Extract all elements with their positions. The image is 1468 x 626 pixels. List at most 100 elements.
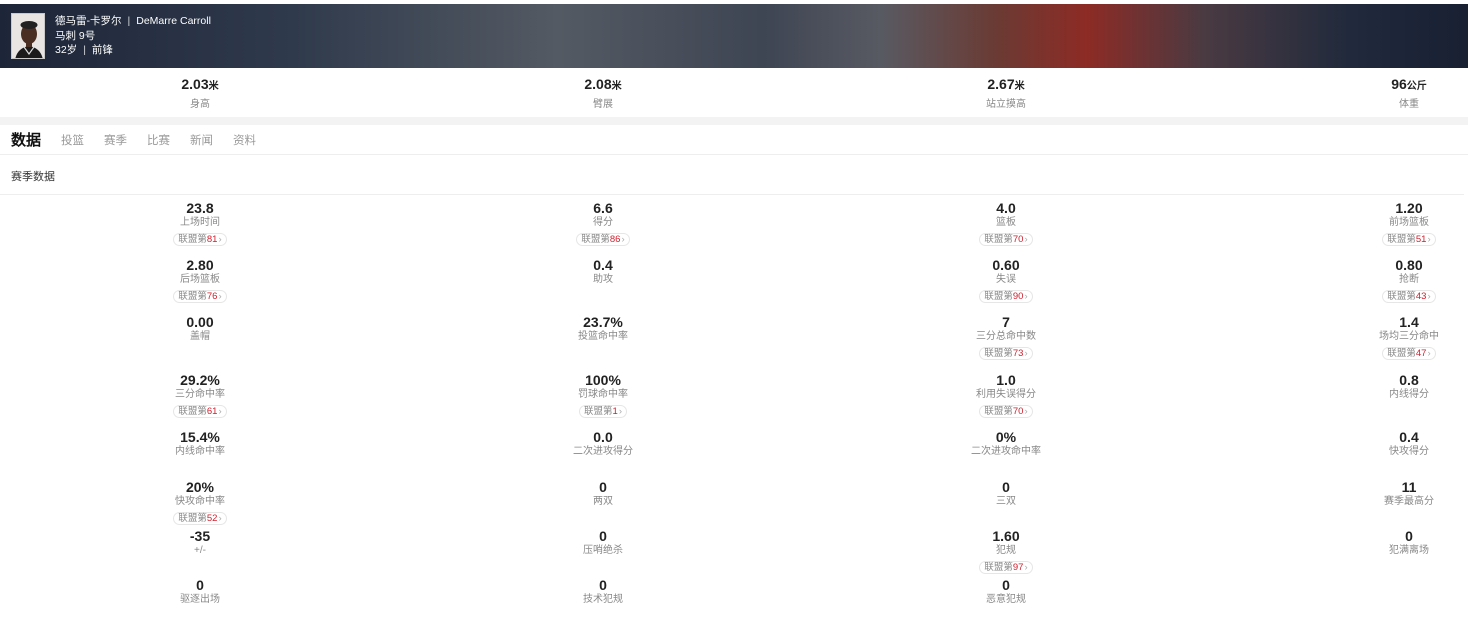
stat-label: 利用失误得分 <box>976 389 1036 400</box>
measure-height: 2.03米 身高 <box>181 76 219 110</box>
stat-label: 篮板 <box>996 217 1016 228</box>
league-rank-badge[interactable]: 联盟第70› <box>979 405 1033 418</box>
stat-item: 0.4 助攻 <box>523 257 683 286</box>
rank-prefix: 联盟第 <box>984 562 1013 573</box>
rank-number: 70 <box>1012 406 1024 417</box>
player-header-banner: 德马雷-卡罗尔 | DeMarre Carroll 马刺 9号 32岁 | 前锋 <box>0 4 1468 68</box>
rank-prefix: 联盟第 <box>178 291 207 302</box>
stat-value: 0.80 <box>1395 257 1423 273</box>
stat-value: 0.60 <box>992 257 1020 273</box>
league-rank-badge[interactable]: 联盟第86› <box>576 233 630 246</box>
stat-value: 0.4 <box>1399 429 1419 445</box>
league-rank-badge[interactable]: 联盟第52› <box>173 512 227 525</box>
rank-number: 90 <box>1012 291 1024 302</box>
tab-profile[interactable]: 资料 <box>233 132 256 148</box>
tab-games[interactable]: 比赛 <box>147 132 170 148</box>
stat-label: 犯规 <box>996 545 1016 556</box>
stat-item: 0 压哨绝杀 <box>523 528 683 557</box>
league-rank-badge[interactable]: 联盟第76› <box>173 290 227 303</box>
stat-label: 快攻得分 <box>1389 446 1429 457</box>
league-rank-badge[interactable]: 联盟第70› <box>979 233 1033 246</box>
stat-item: 2.80 后场篮板 联盟第76› <box>120 257 280 304</box>
league-rank-badge[interactable]: 联盟第61› <box>173 405 227 418</box>
rank-prefix: 联盟第 <box>984 406 1013 417</box>
rank-number: 61 <box>206 406 218 417</box>
rank-prefix: 联盟第 <box>178 406 207 417</box>
stat-value: 1.60 <box>992 528 1020 544</box>
chevron-right-icon: › <box>618 406 622 417</box>
rank-prefix: 联盟第 <box>178 234 207 245</box>
league-rank-badge[interactable]: 联盟第81› <box>173 233 227 246</box>
stat-label: 前场篮板 <box>1389 217 1429 228</box>
league-rank-badge[interactable]: 联盟第43› <box>1382 290 1436 303</box>
chevron-right-icon: › <box>1024 406 1028 417</box>
stat-item: 29.2% 三分命中率联盟第61› <box>120 372 280 419</box>
stat-value: 1.4 <box>1399 314 1419 330</box>
league-rank-badge[interactable]: 联盟第51› <box>1382 233 1436 246</box>
chevron-right-icon: › <box>218 291 222 302</box>
stat-label: 驱逐出场 <box>180 594 220 605</box>
rank-prefix: 联盟第 <box>1387 234 1416 245</box>
stat-value: 29.2% <box>180 372 220 388</box>
league-rank-badge[interactable]: 联盟第1› <box>579 405 627 418</box>
stat-item: 0 两双 <box>523 479 683 508</box>
stat-value: 7 <box>1002 314 1010 330</box>
stat-label: 赛季最高分 <box>1384 496 1434 507</box>
tab-season[interactable]: 赛季 <box>104 132 127 148</box>
stat-item: 0.8 内线得分 <box>1329 372 1468 401</box>
rank-prefix: 联盟第 <box>984 234 1013 245</box>
stat-item: 100% 罚球命中率 联盟第1› <box>523 372 683 419</box>
stat-item: 0.60 失误 联盟第90› <box>926 257 1086 304</box>
chevron-right-icon: › <box>621 234 625 245</box>
tab-news[interactable]: 新闻 <box>190 132 213 148</box>
stat-item: 0.0 二次进攻得分 <box>523 429 683 458</box>
tab-data[interactable]: 数据 <box>11 129 41 150</box>
league-rank-badge[interactable]: 联盟第47› <box>1382 347 1436 360</box>
stat-item: 1.4 场均三分命中 联盟第47› <box>1329 314 1468 361</box>
stat-item: 6.6 得分 联盟第86› <box>523 200 683 247</box>
section-title: 赛季数据 <box>11 171 55 183</box>
stat-value: 20% <box>185 479 215 495</box>
stat-value: 0 <box>599 577 607 593</box>
player-age: 32岁 <box>55 44 78 56</box>
chevron-right-icon: › <box>1427 234 1431 245</box>
rank-prefix: 联盟第 <box>581 234 610 245</box>
stat-item: 0 驱逐出场 <box>120 577 280 606</box>
tab-shooting[interactable]: 投篮 <box>61 132 84 148</box>
stat-label: 三分总命中数 <box>976 331 1036 342</box>
stat-item: 11 赛季最高分 <box>1329 479 1468 508</box>
stat-item: 0.4 快攻得分 <box>1329 429 1468 458</box>
stat-label: 快攻命中率 <box>175 496 225 507</box>
rank-number: 76 <box>206 291 218 302</box>
chevron-right-icon: › <box>1024 562 1028 573</box>
stat-item: 0 恶意犯规 <box>926 577 1086 606</box>
stat-label: 得分 <box>593 217 613 228</box>
rank-prefix: 联盟第 <box>584 406 613 417</box>
stat-item: 4.0 篮板联盟第70› <box>926 200 1086 247</box>
chevron-right-icon: › <box>218 513 222 524</box>
league-rank-badge[interactable]: 联盟第90› <box>979 290 1033 303</box>
stat-label: 恶意犯规 <box>986 594 1026 605</box>
stat-value: 0% <box>995 429 1017 445</box>
stat-value: 23.7% <box>583 314 623 330</box>
chevron-right-icon: › <box>1427 348 1431 359</box>
stat-item: -35 +/- <box>120 528 280 557</box>
stat-label: 上场时间 <box>180 217 220 228</box>
stat-item: 0 三双 <box>926 479 1086 508</box>
stat-value: 4.0 <box>996 200 1016 216</box>
league-rank-badge[interactable]: 联盟第73› <box>979 347 1033 360</box>
stat-label: 投篮命中率 <box>578 331 628 342</box>
stat-item: 1.0 利用失误得分 联盟第70› <box>926 372 1086 419</box>
section-divider <box>0 117 1468 125</box>
stat-item: 1.60 犯规联盟第97› <box>926 528 1086 575</box>
stat-item: 7 三分总命中数 联盟第73› <box>926 314 1086 361</box>
stat-value: 2.80 <box>186 257 214 273</box>
rank-number: 73 <box>1012 348 1024 359</box>
physical-measurements: 2.03米 身高 2.08米 臂展 2.67米 站立摸高 96公斤 体重 <box>0 70 1468 116</box>
tab-bar: 数据 投篮 赛季 比赛 新闻 资料 <box>0 125 1468 155</box>
stat-item: 1.20 前场篮板 联盟第51› <box>1329 200 1468 247</box>
stat-label: 三分命中率 <box>175 389 225 400</box>
league-rank-badge[interactable]: 联盟第97› <box>979 561 1033 574</box>
stat-item: 0% 二次进攻命中率 <box>926 429 1086 458</box>
stat-label: 内线得分 <box>1389 389 1429 400</box>
